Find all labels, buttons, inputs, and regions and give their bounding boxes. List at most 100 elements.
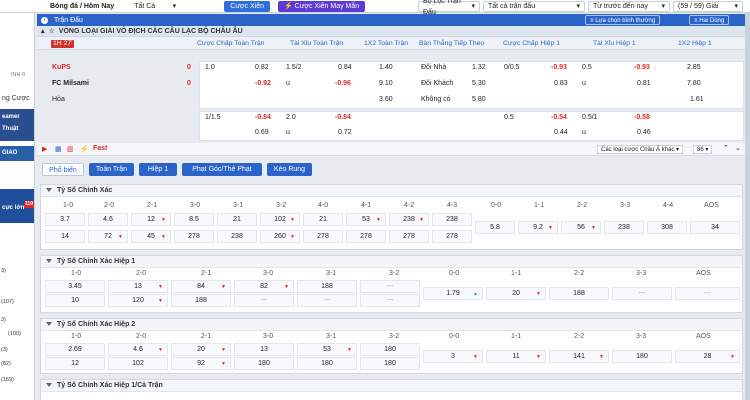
draw-odds[interactable]: 11 ▼ [486, 350, 546, 363]
score-odds[interactable]: 238 [432, 213, 472, 226]
odds-value[interactable]: -0.93 [634, 64, 650, 71]
score-odds[interactable]: --- [360, 294, 420, 307]
time-sort-select[interactable]: Từ trước đến nay ▾ [588, 1, 670, 12]
sidebar-count[interactable]: 3) [1, 268, 6, 274]
score-odds[interactable]: 4.6 [88, 213, 128, 226]
odds-value[interactable]: 0.69 [255, 129, 269, 136]
odds-value[interactable]: 0.83 [554, 80, 568, 87]
score-odds[interactable]: 53 ▼ [297, 343, 357, 356]
chevron-down-icon[interactable] [46, 322, 52, 326]
sidebar-count[interactable]: (3) [1, 347, 8, 353]
score-odds[interactable]: 102 [108, 357, 168, 370]
score-odds[interactable]: 12 [45, 357, 105, 370]
lucky-parlay-button[interactable]: ⚡ Cược Xiên May Mắn [277, 0, 366, 12]
sidebar-count[interactable]: (107) [1, 299, 14, 305]
tab-first-half[interactable]: Hiệp 1 [139, 163, 177, 176]
draw-odds[interactable]: 56 ▼ [561, 221, 601, 234]
odds-value[interactable]: 0.46 [637, 129, 651, 136]
expand-icon[interactable]: ⌄ [735, 144, 741, 152]
collapse-icon[interactable]: ⌃ [723, 144, 729, 152]
chevron-down-icon[interactable] [46, 188, 52, 192]
score-odds[interactable]: 278 [303, 230, 343, 243]
promo-banner-2[interactable]: GIAO [0, 146, 34, 161]
score-odds[interactable]: 180 [360, 343, 420, 356]
score-odds[interactable]: 45 ▼ [131, 230, 171, 243]
away-team[interactable]: FC Milsami [52, 80, 89, 87]
odds-value[interactable]: -0.93 [551, 64, 567, 71]
draw-odds[interactable]: 28 ▼ [675, 350, 740, 363]
score-odds[interactable]: 10 [45, 294, 105, 307]
score-odds[interactable]: 260 ▼ [260, 230, 300, 243]
score-odds[interactable]: 188 [297, 280, 357, 293]
odds-value[interactable]: -0.84 [335, 114, 351, 121]
stats-icon[interactable]: ▦ [55, 145, 62, 153]
filter-all-select[interactable]: Tất Cả ▾ [134, 2, 176, 11]
score-odds[interactable]: 120 ▼ [108, 294, 168, 307]
odds-value[interactable]: 3.60 [379, 96, 393, 103]
odds-value[interactable]: 1.61 [690, 96, 704, 103]
odds-value[interactable]: 9.10 [379, 80, 393, 87]
sidebar-count[interactable]: (169) [1, 377, 14, 383]
live-stream-icon[interactable]: ▶ [42, 145, 47, 153]
fast-label[interactable]: Fast [93, 145, 107, 152]
score-odds[interactable]: 2.69 [45, 343, 105, 356]
draw-odds[interactable]: 141 ▼ [549, 350, 609, 363]
league-bar[interactable]: ▴ ☆ VÒNG LOẠI GIẢI VÔ ĐỊCH CÁC CÂU LẠC B… [37, 26, 745, 37]
asian-bets-select[interactable]: Các loại cược Châu Á khác ▾ [597, 145, 684, 154]
score-odds[interactable]: 102 ▼ [260, 213, 300, 226]
sidebar-count[interactable]: (82) [1, 361, 11, 367]
score-odds[interactable]: 188 [171, 294, 231, 307]
two-rows-button[interactable]: ≡ Hai Dòng [689, 15, 730, 25]
odds-value[interactable]: 0.44 [554, 129, 568, 136]
score-odds[interactable]: 84 ▼ [171, 280, 231, 293]
score-odds[interactable]: 82 ▼ [234, 280, 294, 293]
odds-value[interactable]: -0.96 [335, 80, 351, 87]
score-odds[interactable]: 180 [360, 357, 420, 370]
score-odds[interactable]: 180 [234, 357, 294, 370]
odds-value[interactable]: 1.32 [472, 64, 486, 71]
score-odds[interactable]: 278 [346, 230, 386, 243]
score-odds[interactable]: --- [234, 294, 294, 307]
tab-popular[interactable]: Phổ biến [42, 163, 84, 176]
odds-value[interactable]: 5.30 [472, 80, 486, 87]
odds-value[interactable]: 5.80 [472, 96, 486, 103]
score-odds[interactable]: 14 [45, 230, 85, 243]
odds-value[interactable]: 7.80 [687, 80, 701, 87]
score-odds[interactable]: 8.5 [174, 213, 214, 226]
score-odds[interactable]: 12 ▼ [131, 213, 171, 226]
odds-value[interactable]: 2.85 [687, 64, 701, 71]
draw-odds[interactable]: 180 [612, 350, 672, 363]
tab-full-time[interactable]: Toàn Trận [89, 163, 134, 176]
score-odds[interactable]: 278 [174, 230, 214, 243]
odds-value[interactable]: 0.82 [255, 64, 269, 71]
odds-value[interactable]: -0.58 [634, 114, 650, 121]
draw-odds[interactable]: 34 [690, 221, 740, 234]
chevron-down-icon[interactable] [46, 383, 52, 387]
all-matches-select[interactable]: Tất cả trận đấu ▾ [483, 1, 585, 12]
score-odds[interactable]: --- [297, 294, 357, 307]
score-odds[interactable]: 278 [432, 230, 472, 243]
draw-odds[interactable]: 20 ▼ [486, 287, 546, 300]
score-odds[interactable]: 72 ▼ [88, 230, 128, 243]
star-icon[interactable]: ☆ [49, 27, 55, 35]
score-odds[interactable]: 21 [303, 213, 343, 226]
draw-odds[interactable]: 5.8 [475, 221, 515, 234]
league-count-select[interactable]: (59 / 59) Giải ▾ [673, 1, 743, 12]
score-odds[interactable]: 180 [297, 357, 357, 370]
draw-odds[interactable]: --- [675, 287, 740, 300]
score-odds[interactable]: 20 ▼ [171, 343, 231, 356]
score-odds[interactable]: 21 [217, 213, 257, 226]
odds-value[interactable]: -0.92 [255, 80, 271, 87]
draw-odds[interactable]: --- [612, 287, 672, 300]
home-team[interactable]: KuPS [52, 64, 71, 71]
chart-icon[interactable]: ▥ [67, 145, 74, 153]
score-odds[interactable]: 53 ▼ [346, 213, 386, 226]
score-odds[interactable]: --- [360, 280, 420, 293]
score-odds[interactable]: 13 ▼ [108, 280, 168, 293]
odds-value[interactable]: 0.84 [338, 64, 352, 71]
draw-odds[interactable]: 238 [604, 221, 644, 234]
odds-value[interactable]: 0.81 [637, 80, 651, 87]
odds-value[interactable]: -0.54 [551, 114, 567, 121]
promo-banner-3[interactable]: cực lớn 119 [0, 189, 34, 223]
sidebar-item-betting[interactable]: ng Cược [2, 95, 30, 102]
